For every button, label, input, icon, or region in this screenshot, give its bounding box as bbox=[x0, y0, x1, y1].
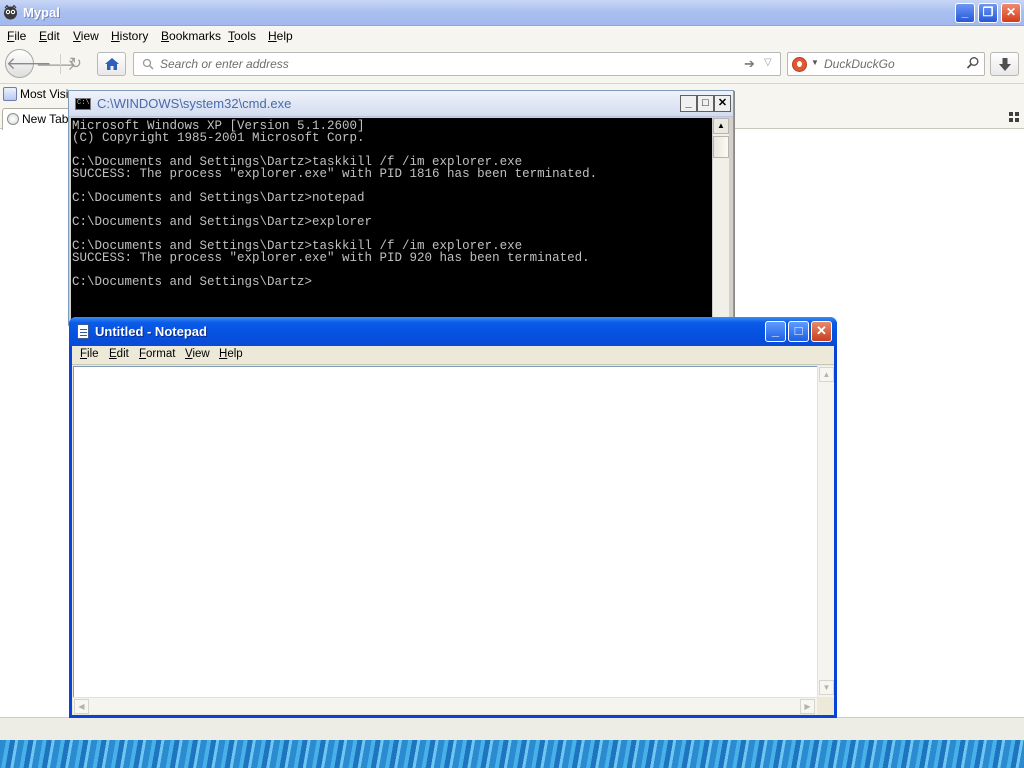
resize-grip[interactable] bbox=[817, 697, 834, 714]
cmd-window: C:\ C:\WINDOWS\system32\cmd.exe _ □ ✕ Mi… bbox=[68, 90, 734, 326]
notepad-menubar: File Edit Format View Help bbox=[72, 346, 834, 365]
navigation-toolbar: 🡐 🡒 ↻ ➔ ▽ ▼ bbox=[0, 46, 1024, 84]
cmd-close-button[interactable]: ✕ bbox=[714, 95, 731, 112]
browser-title: Mypal bbox=[23, 5, 60, 20]
browser-menubar: File Edit View History Bookmarks Tools H… bbox=[0, 26, 1024, 46]
search-bar[interactable]: ▼ bbox=[787, 52, 985, 76]
console-icon: C:\ bbox=[75, 98, 91, 110]
scroll-up-arrow-icon[interactable]: ▲ bbox=[713, 118, 729, 134]
tab-grid-icon[interactable] bbox=[1009, 112, 1019, 122]
browser-minimize-button[interactable]: _ bbox=[955, 3, 975, 23]
scroll-left-arrow-icon[interactable]: ◀ bbox=[74, 699, 89, 714]
menu-tools[interactable]: Tools bbox=[228, 29, 256, 43]
console-output[interactable]: Microsoft Windows XP [Version 5.1.2600] … bbox=[71, 118, 712, 325]
notepad-title: Untitled - Notepad bbox=[95, 324, 207, 339]
notepad-menu-file[interactable]: File bbox=[80, 348, 99, 360]
cmd-maximize-button[interactable]: □ bbox=[697, 95, 714, 112]
cmd-vertical-scrollbar[interactable]: ▲ bbox=[712, 118, 729, 325]
address-input[interactable] bbox=[160, 55, 730, 73]
cmd-minimize-button[interactable]: _ bbox=[680, 95, 697, 112]
bookmark-folder-icon bbox=[3, 87, 17, 101]
search-input[interactable] bbox=[824, 55, 959, 73]
back-button[interactable]: 🡐 bbox=[5, 49, 52, 78]
notepad-window: Untitled - Notepad _ □ ✕ File Edit Forma… bbox=[69, 317, 837, 718]
bookmark-most-visited[interactable]: Most Visi bbox=[3, 87, 68, 101]
reload-icon: ↻ bbox=[69, 55, 82, 72]
scroll-up-arrow-icon[interactable]: ▲ bbox=[819, 367, 834, 382]
notepad-menu-format[interactable]: Format bbox=[139, 348, 175, 360]
desktop-wallpaper bbox=[0, 740, 1024, 768]
menu-file[interactable]: File bbox=[7, 29, 26, 43]
notepad-close-button[interactable]: ✕ bbox=[811, 321, 832, 342]
globe-icon bbox=[7, 113, 19, 125]
notepad-text-area[interactable] bbox=[73, 366, 817, 697]
notepad-menu-edit[interactable]: Edit bbox=[109, 348, 129, 360]
notepad-menu-help[interactable]: Help bbox=[219, 348, 243, 360]
notepad-horizontal-scrollbar[interactable]: ◀ ▶ bbox=[73, 697, 817, 714]
cmd-title: C:\WINDOWS\system32\cmd.exe bbox=[97, 96, 292, 111]
notepad-maximize-button[interactable]: □ bbox=[788, 321, 809, 342]
menu-help[interactable]: Help bbox=[268, 29, 293, 43]
magnifier-icon[interactable] bbox=[966, 56, 980, 70]
cmd-titlebar[interactable]: C:\ C:\WINDOWS\system32\cmd.exe _ □ ✕ bbox=[69, 91, 733, 117]
notepad-titlebar[interactable]: Untitled - Notepad _ □ ✕ bbox=[69, 317, 837, 346]
notepad-menu-view[interactable]: View bbox=[185, 348, 210, 360]
browser-restore-button[interactable]: ❐ bbox=[978, 3, 998, 23]
scroll-right-arrow-icon[interactable]: ▶ bbox=[800, 699, 815, 714]
address-bar[interactable]: ➔ ▽ bbox=[133, 52, 781, 76]
duckduckgo-icon[interactable] bbox=[792, 57, 807, 72]
menu-edit[interactable]: Edit bbox=[39, 29, 60, 43]
notepad-minimize-button[interactable]: _ bbox=[765, 321, 786, 342]
scroll-down-arrow-icon[interactable]: ▼ bbox=[819, 680, 834, 695]
go-arrow-icon[interactable]: ➔ bbox=[744, 56, 755, 72]
mypal-logo-icon bbox=[4, 5, 17, 20]
browser-close-button[interactable]: ✕ bbox=[1001, 3, 1021, 23]
search-engine-chevron-icon[interactable]: ▼ bbox=[811, 58, 819, 67]
menu-history[interactable]: History bbox=[111, 29, 148, 43]
menu-view[interactable]: View bbox=[73, 29, 99, 43]
chevron-down-icon[interactable]: ▽ bbox=[764, 57, 772, 68]
browser-titlebar[interactable]: Mypal _ ❐ ✕ bbox=[0, 0, 1024, 26]
download-arrow-icon bbox=[999, 58, 1011, 71]
browser-status-bar bbox=[0, 717, 1024, 740]
notepad-icon bbox=[77, 324, 89, 339]
notepad-vertical-scrollbar[interactable]: ▲ ▼ bbox=[817, 366, 834, 697]
scroll-thumb[interactable] bbox=[713, 136, 729, 158]
download-button[interactable] bbox=[990, 52, 1019, 76]
search-icon bbox=[142, 58, 154, 70]
home-icon bbox=[105, 58, 119, 70]
menu-bookmarks[interactable]: Bookmarks bbox=[161, 29, 221, 43]
reload-button[interactable]: ↻ bbox=[60, 54, 90, 74]
home-button[interactable] bbox=[97, 52, 126, 76]
